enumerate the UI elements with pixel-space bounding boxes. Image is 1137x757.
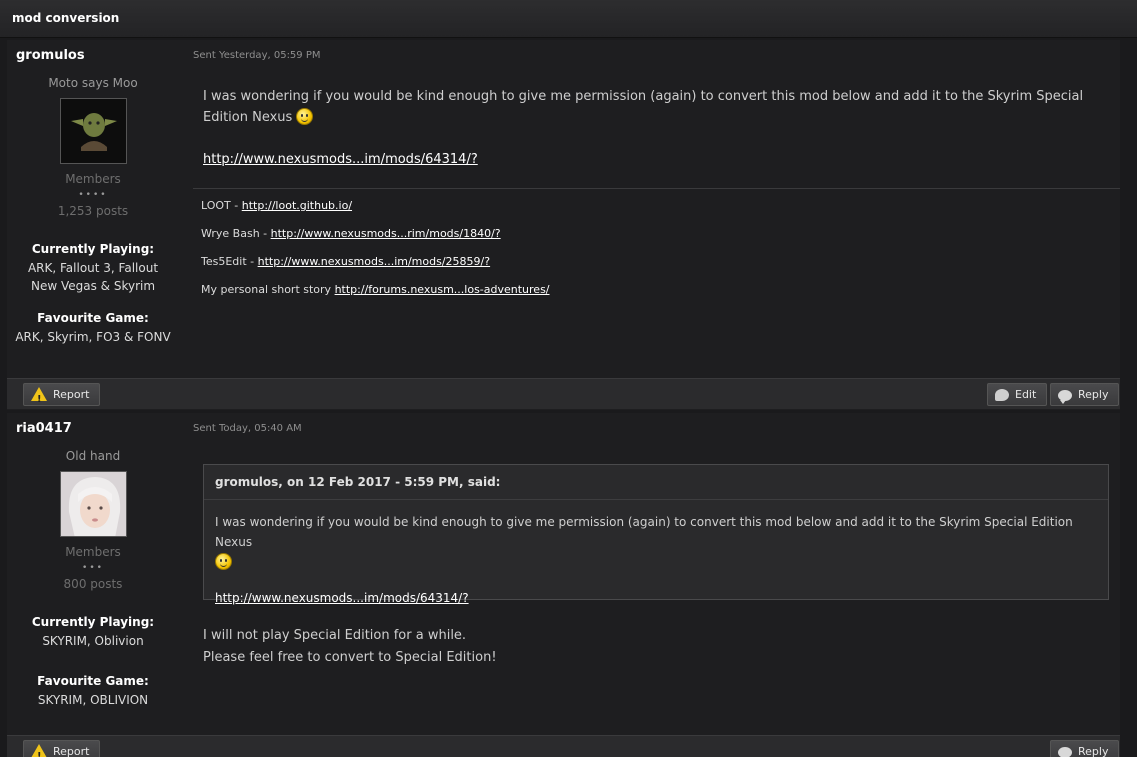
reply-line: I will not play Special Edition for a wh… bbox=[203, 628, 467, 643]
signature-link[interactable]: http://www.nexusmods...im/mods/25859/? bbox=[258, 255, 490, 268]
warning-icon bbox=[31, 387, 47, 410]
yoda-avatar-image bbox=[60, 99, 126, 163]
currently-playing-value: SKYRIM, Oblivion bbox=[42, 634, 144, 648]
post-body: I was wondering if you would be kind eno… bbox=[203, 86, 1113, 170]
speech-bubble-icon bbox=[1058, 747, 1072, 757]
report-button[interactable]: Report bbox=[23, 740, 101, 757]
edit-button[interactable]: Edit bbox=[987, 383, 1048, 406]
post-count: 800 posts bbox=[63, 577, 123, 591]
post-author[interactable]: ria0417 bbox=[16, 421, 72, 436]
avatar[interactable] bbox=[59, 471, 127, 537]
signature-link[interactable]: http://forums.nexusm...los-adventures/ bbox=[335, 283, 550, 296]
user-title: Moto says Moo bbox=[48, 76, 138, 90]
currently-playing-value: ARK, Fallout 3, Fallout New Vegas & Skyr… bbox=[27, 261, 159, 293]
rank-pips: •••• bbox=[78, 190, 108, 200]
post-date: Sent Today, 05:40 AM bbox=[193, 423, 302, 434]
quote-link[interactable]: http://www.nexusmods...im/mods/64314/? bbox=[215, 591, 469, 605]
post-body: I will not play Special Edition for a wh… bbox=[203, 625, 1103, 669]
reply-line: Please feel free to convert to Special E… bbox=[203, 650, 497, 665]
topic-header: mod conversion bbox=[0, 0, 1137, 38]
reply-button[interactable]: Reply bbox=[1050, 740, 1120, 757]
quote-body: I was wondering if you would be kind eno… bbox=[204, 500, 1108, 608]
smiley-icon bbox=[296, 108, 314, 125]
signature-link[interactable]: http://www.nexusmods...rim/mods/1840/? bbox=[271, 227, 501, 240]
warning-icon bbox=[31, 744, 47, 757]
favourite-game-label: Favourite Game: bbox=[37, 311, 149, 325]
post: gromulos Sent Yesterday, 05:59 PM Moto s… bbox=[7, 40, 1120, 410]
signature-link[interactable]: http://loot.github.io/ bbox=[242, 199, 352, 212]
edit-icon bbox=[995, 389, 1009, 401]
quote-message: I was wondering if you would be kind eno… bbox=[215, 515, 1073, 549]
favourite-game-value: SKYRIM, OBLIVION bbox=[37, 693, 149, 707]
user-title: Old hand bbox=[65, 449, 121, 463]
post-message: I was wondering if you would be kind eno… bbox=[203, 89, 1084, 125]
post-date: Sent Yesterday, 05:59 PM bbox=[193, 50, 321, 61]
post-link[interactable]: http://www.nexusmods...im/mods/64314/? bbox=[203, 152, 478, 167]
member-group: Members bbox=[65, 545, 121, 559]
currently-playing-label: Currently Playing: bbox=[31, 242, 155, 256]
post-controls: Report Reply bbox=[7, 735, 1120, 757]
topic-title: mod conversion bbox=[12, 11, 120, 25]
post: ria0417 Sent Today, 05:40 AM Old hand Me… bbox=[7, 413, 1120, 757]
portrait-avatar-image bbox=[60, 472, 126, 536]
signature-divider bbox=[193, 188, 1120, 189]
reply-button[interactable]: Reply bbox=[1050, 383, 1120, 406]
signature-line: Wrye Bash - http://www.nexusmods...rim/m… bbox=[201, 227, 501, 240]
quote-block: gromulos, on 12 Feb 2017 - 5:59 PM, said… bbox=[203, 464, 1109, 605]
author-sidebar: Old hand Members ••• 800 posts Currently… bbox=[7, 449, 179, 709]
signature-line: Tes5Edit - http://www.nexusmods...im/mod… bbox=[201, 255, 491, 268]
favourite-game-label: Favourite Game: bbox=[37, 674, 149, 688]
author-sidebar: Moto says Moo Members •••• 1,253 posts C… bbox=[7, 76, 179, 346]
avatar[interactable] bbox=[59, 98, 127, 164]
smiley-icon bbox=[215, 553, 232, 570]
signature: LOOT - http://loot.github.io/ Wrye Bash … bbox=[201, 198, 550, 310]
quote-header: gromulos, on 12 Feb 2017 - 5:59 PM, said… bbox=[204, 465, 1108, 500]
post-count: 1,253 posts bbox=[57, 204, 129, 218]
signature-line: LOOT - http://loot.github.io/ bbox=[201, 199, 353, 212]
post-author[interactable]: gromulos bbox=[16, 48, 85, 63]
member-group: Members bbox=[65, 172, 121, 186]
favourite-game-value: ARK, Skyrim, FO3 & FONV bbox=[15, 330, 171, 344]
currently-playing-label: Currently Playing: bbox=[31, 615, 155, 629]
speech-bubble-icon bbox=[1058, 390, 1072, 404]
rank-pips: ••• bbox=[82, 563, 104, 573]
signature-line: My personal short story http://forums.ne… bbox=[201, 283, 550, 296]
post-controls: Report Edit Reply bbox=[7, 378, 1120, 410]
report-button[interactable]: Report bbox=[23, 383, 101, 410]
